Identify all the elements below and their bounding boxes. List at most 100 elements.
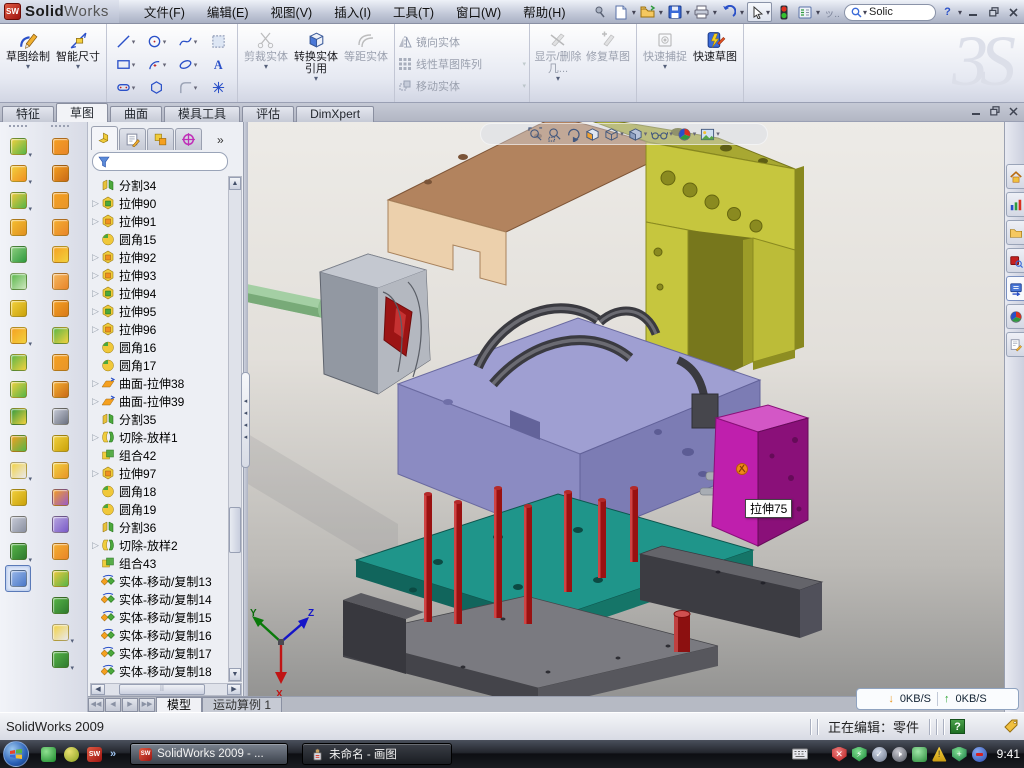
trim-entities-button[interactable]: 剪裁实体 ▾ — [241, 28, 291, 71]
apply-scene-button[interactable]: ▾ — [700, 127, 720, 142]
tree-horizontal-scrollbar[interactable]: ◀ ⠿ ▶ — [90, 683, 242, 696]
tab-sketch[interactable]: 草图 — [56, 103, 108, 122]
tree-item[interactable]: ▷拉伸96 — [88, 320, 228, 338]
offset-entities-button[interactable]: 等距实体 — [341, 28, 391, 63]
display-delete-relations-button[interactable]: 显示/删除几... ▾ — [533, 28, 583, 83]
doc-minimize-button[interactable] — [972, 107, 981, 119]
planar-surface-button[interactable] — [47, 295, 73, 322]
tab-evaluate[interactable]: 评估 — [242, 106, 294, 122]
circle-tool[interactable]: ▾ — [141, 30, 172, 53]
intersect-button[interactable] — [5, 403, 31, 430]
lofted-boss-button[interactable] — [5, 241, 31, 268]
tree-item[interactable]: 圆角19 — [88, 500, 228, 518]
scroll-up-button[interactable]: ▲ — [229, 177, 241, 190]
solidworks-launcher-icon[interactable]: SW — [87, 747, 102, 762]
dropdown-arrow-icon[interactable]: ▾ — [28, 475, 32, 483]
dropdown-arrow-icon[interactable]: ▾ — [194, 38, 198, 46]
open-icon[interactable] — [639, 3, 657, 21]
dropdown-arrow-icon[interactable]: ▾ — [620, 130, 624, 138]
dropdown-arrow-icon[interactable]: ▾ — [28, 178, 32, 186]
dropdown-arrow-icon[interactable]: ▾ — [163, 61, 167, 69]
expand-arrow-icon[interactable]: ▷ — [90, 468, 101, 479]
dropdown-arrow-icon[interactable]: ▾ — [522, 82, 526, 90]
dropdown-arrow-icon[interactable]: ▾ — [713, 8, 717, 17]
dropdown-arrow-icon[interactable]: ▾ — [194, 61, 198, 69]
dropdown-arrow-icon[interactable]: ▾ — [663, 63, 667, 71]
undo-icon[interactable] — [720, 3, 738, 21]
swept-boss-button[interactable] — [5, 214, 31, 241]
dropdown-arrow-icon[interactable]: ▾ — [669, 130, 673, 138]
extruded-cut-button[interactable]: ▾ — [5, 160, 31, 187]
offset-surface-button[interactable] — [47, 322, 73, 349]
tree-item[interactable]: 圆角17 — [88, 356, 228, 374]
tree-item[interactable]: 组合42 — [88, 446, 228, 464]
view-orientation-button[interactable]: ▾ — [604, 127, 624, 142]
scrollbar-thumb[interactable] — [229, 507, 241, 553]
quick-snaps-button[interactable]: 快速捕捉 ▾ — [640, 28, 690, 71]
tree-item[interactable]: 实体-移动/复制16 — [88, 626, 228, 644]
save-icon[interactable] — [666, 3, 684, 21]
revolved-surface-button[interactable] — [47, 160, 73, 187]
dropdown-arrow-icon[interactable]: ▾ — [556, 75, 560, 83]
zoom-area-button[interactable] — [547, 127, 562, 142]
tree-item[interactable]: 实体-移动/复制13 — [88, 572, 228, 590]
dropdown-arrow-icon[interactable]: ▾ — [132, 38, 136, 46]
file-explorer-tab[interactable] — [1006, 220, 1024, 245]
scroll-right-button[interactable]: ▶ — [227, 684, 241, 695]
smart-dimension-button[interactable]: 智能尺寸 ▾ — [53, 28, 103, 71]
tree-item[interactable]: 圆角18 — [88, 482, 228, 500]
dropdown-arrow-icon[interactable]: ▾ — [686, 8, 690, 17]
untrim-surface-button[interactable] — [47, 511, 73, 538]
alert-triangle-icon[interactable]: ! — [932, 747, 947, 762]
expand-arrow-icon[interactable]: ▷ — [90, 378, 101, 389]
tree-item[interactable]: ▷拉伸97 — [88, 464, 228, 482]
network-speed-widget[interactable]: ↓ 0KB/S ↑ 0KB/S — [856, 688, 1019, 710]
menu-edit[interactable]: 编辑(E) — [196, 0, 260, 23]
scrollbar-thumb[interactable]: ⠿ — [119, 684, 205, 695]
polygon-tool[interactable] — [141, 76, 172, 99]
line-tool[interactable]: ▾ — [110, 30, 141, 53]
linear-pattern-button[interactable]: ▾ — [5, 322, 31, 349]
tree-filter-input[interactable] — [92, 152, 228, 171]
search-tab[interactable] — [1006, 248, 1024, 273]
tree-item[interactable]: ▷曲面-拉伸39 — [88, 392, 228, 410]
configurationmanager-tab[interactable] — [147, 128, 174, 150]
doc-close-button[interactable] — [1009, 107, 1018, 119]
lofted-surface-button[interactable] — [47, 214, 73, 241]
appearances-tab[interactable] — [1006, 304, 1024, 329]
dropdown-arrow-icon[interactable]: ▾ — [766, 8, 770, 17]
tree-item[interactable]: ▷曲面-拉伸38 — [88, 374, 228, 392]
dropdown-arrow-icon[interactable]: ▾ — [863, 8, 867, 17]
next-tab-button[interactable]: ▶ — [122, 698, 138, 712]
extend-surface-button[interactable] — [47, 457, 73, 484]
expand-arrow-icon[interactable]: ▷ — [90, 216, 101, 227]
combine-button[interactable] — [5, 349, 31, 376]
quick-launch-chevron[interactable]: » — [110, 748, 116, 760]
tab-surfaces[interactable]: 曲面 — [110, 106, 162, 122]
last-tab-button[interactable]: ▶▶ — [139, 698, 155, 712]
taskbar-window-solidworks[interactable]: SW SolidWorks 2009 - ... — [130, 743, 288, 765]
menu-file[interactable]: 文件(F) — [133, 0, 196, 23]
tree-item[interactable]: ▷拉伸94 — [88, 284, 228, 302]
sketch-button[interactable]: 草图绘制 ▾ — [3, 28, 53, 71]
doc-restore-button[interactable] — [990, 106, 1000, 119]
tree-item[interactable]: 实体-移动/复制18 — [88, 662, 228, 680]
network-phone-icon[interactable] — [912, 747, 927, 762]
input-keyboard-icon[interactable] — [792, 748, 808, 760]
propertymanager-tab[interactable] — [119, 128, 146, 150]
dropdown-arrow-icon[interactable]: ▾ — [76, 63, 80, 71]
rotate-view-button[interactable] — [566, 127, 581, 142]
tree-item[interactable]: 分割34 — [88, 176, 228, 194]
mirror-entities-button[interactable]: 镜向实体 — [398, 31, 526, 53]
fillet-button[interactable]: ▾ — [5, 187, 31, 214]
search-box[interactable]: ▾ Solic — [844, 4, 936, 21]
close-button[interactable] — [1005, 5, 1022, 20]
tree-item[interactable]: ▷拉伸92 — [88, 248, 228, 266]
messenger-icon[interactable] — [41, 747, 56, 762]
swept-surface-button[interactable] — [47, 187, 73, 214]
sketch-fillet-tool[interactable]: ▾ — [172, 76, 203, 99]
repair-sketch-button[interactable]: 修复草图 — [583, 28, 633, 63]
tree-item[interactable]: 圆角16 — [88, 338, 228, 356]
shell-button[interactable] — [5, 268, 31, 295]
rectangle-tool[interactable]: ▾ — [110, 53, 141, 76]
